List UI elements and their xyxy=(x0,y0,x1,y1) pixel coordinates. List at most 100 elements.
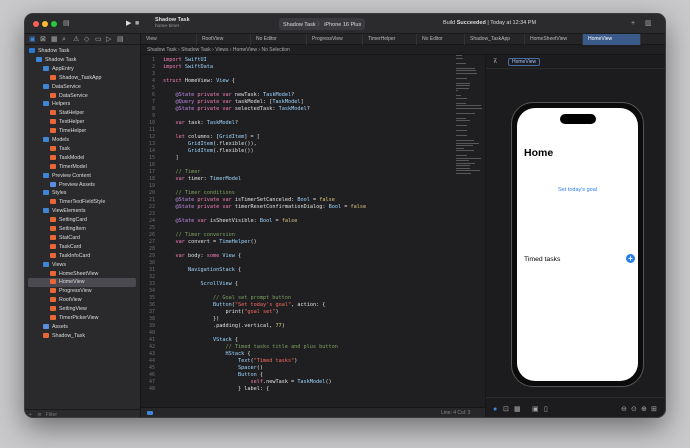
navigator-item[interactable]: Shadow Task xyxy=(29,47,69,56)
stop-icon[interactable]: ■ xyxy=(135,20,139,27)
run-icon[interactable]: ▶ xyxy=(126,20,131,27)
swift-file-icon xyxy=(50,288,56,294)
breadcrumb-item[interactable]: No Selection xyxy=(261,47,289,53)
test-icon[interactable]: ◇ xyxy=(84,36,89,43)
swift-file-icon xyxy=(43,332,49,338)
minimap-line xyxy=(456,160,469,161)
minimize-window-button[interactable] xyxy=(42,21,48,27)
issue-icon[interactable]: ⚠ xyxy=(73,36,79,43)
filter-input[interactable]: Filter xyxy=(46,412,57,417)
debug-area-toggle-icon[interactable] xyxy=(147,411,153,415)
breadcrumb-item[interactable]: Shadow Task xyxy=(181,47,211,53)
sidebar-toggle-icon[interactable]: ▤ xyxy=(63,20,70,27)
inspector-toggle-icon[interactable]: ▥ xyxy=(645,20,652,27)
source-control-icon[interactable]: ⊠ xyxy=(40,36,46,43)
navigator-item[interactable]: Task xyxy=(50,145,70,154)
navigator-item[interactable]: Styles xyxy=(43,189,66,198)
folder-icon[interactable]: ▣ xyxy=(29,36,36,43)
code-line: // Goal set prompt button xyxy=(163,295,292,301)
navigator-item-label: SettingItem xyxy=(59,226,86,232)
editor-tab[interactable]: Shadow_TaskApp xyxy=(465,34,525,45)
navigator-item[interactable]: HomeSheetView xyxy=(50,270,98,279)
editor-tab[interactable]: No Editor xyxy=(417,34,465,45)
device-settings-icon[interactable]: ▣ xyxy=(532,406,539,413)
navigator-item[interactable]: Shadow_TaskApp xyxy=(50,74,101,83)
editor-tab[interactable]: RootView xyxy=(197,34,251,45)
navigator-item[interactable]: ViewElements xyxy=(43,207,85,216)
navigator-item[interactable]: Preview Content xyxy=(43,172,91,181)
navigator-item[interactable]: Preview Assets xyxy=(50,181,95,190)
symbol-icon[interactable]: ▦ xyxy=(51,36,58,43)
device-icon[interactable]: ▯ xyxy=(544,406,548,413)
editor-tab[interactable]: TimerHelper xyxy=(363,34,417,45)
line-number: 35 xyxy=(148,295,155,301)
navigator-item[interactable]: Assets xyxy=(43,323,68,332)
zoom-out-icon[interactable]: ⊖ xyxy=(621,406,627,413)
find-icon[interactable]: ⌕ xyxy=(62,36,66,43)
navigator-item[interactable]: StatHelper xyxy=(50,109,84,118)
pin-icon[interactable]: ⊼ xyxy=(493,59,497,66)
navigator-item[interactable]: TextHelper xyxy=(50,118,84,127)
preview-selector[interactable]: HomeView xyxy=(508,58,541,66)
navigator-item[interactable]: SettingItem xyxy=(50,225,86,234)
navigator-item[interactable]: Shadow_Task xyxy=(43,332,85,341)
line-number: 34 xyxy=(148,288,155,294)
variants-icon[interactable]: ▦ xyxy=(514,406,521,413)
navigator-item[interactable]: DataService xyxy=(50,92,88,101)
breadcrumb-item[interactable]: Views xyxy=(215,47,228,53)
line-number: 41 xyxy=(148,337,155,343)
navigator-item[interactable]: SettingView xyxy=(50,305,87,314)
navigator-item[interactable]: TimerTextFieldStyle xyxy=(50,198,105,207)
navigator-item[interactable]: RootView xyxy=(50,296,82,305)
navigator-item[interactable]: Models xyxy=(43,136,69,145)
zoom-actual-icon[interactable]: ⊙ xyxy=(631,406,637,413)
add-file-icon[interactable]: + xyxy=(29,412,32,417)
navigator-item[interactable]: TaskCard xyxy=(50,243,81,252)
code-line: // Timer xyxy=(163,169,201,175)
navigator-item[interactable]: TimerModel xyxy=(50,163,87,172)
navigator-item[interactable]: Helpers xyxy=(43,100,70,109)
zoom-in-icon[interactable]: ⊕ xyxy=(641,406,647,413)
navigator-item[interactable]: TimeHelper xyxy=(50,127,86,136)
breadcrumb-item[interactable]: Shadow Task xyxy=(147,47,177,53)
close-window-button[interactable] xyxy=(33,21,39,27)
breadcrumb-item[interactable]: HomeView xyxy=(233,47,257,53)
title-bar: ▤ ▶ ■ Shadow Task home-timer Shadow Task… xyxy=(25,14,665,34)
zoom-window-button[interactable] xyxy=(51,21,57,27)
navigator-item[interactable]: AppEntry xyxy=(43,65,74,74)
minimap-line xyxy=(456,125,468,126)
code-line: .padding(.vertical, 77) xyxy=(163,323,285,329)
navigator-item-label: TimerModel xyxy=(59,163,87,170)
navigator-item[interactable]: StatCard xyxy=(50,234,80,243)
project-name: Shadow Task xyxy=(155,17,190,23)
editor-tab[interactable]: View xyxy=(141,34,197,45)
navigator-item[interactable]: Views xyxy=(43,261,66,270)
navigator-item[interactable]: ProgressView xyxy=(50,287,92,296)
navigator-item[interactable]: HomeView xyxy=(28,278,136,288)
navigator-item[interactable]: SettingCard xyxy=(50,216,87,225)
navigator-item[interactable]: TaskInfoCard xyxy=(50,252,90,261)
line-number: 21 xyxy=(148,197,155,203)
navigator-item[interactable]: TimerPickerView xyxy=(50,314,98,323)
code-editor[interactable]: 1 2 3 4 5 6 7 8 9 10 11 12 13 14 15 16 17 18 19 20 21 22 23 24 2… xyxy=(141,55,484,409)
navigator-item[interactable]: DataService xyxy=(43,83,81,92)
selectable-mode-icon[interactable]: ⊡ xyxy=(503,406,509,413)
breakpoint-icon[interactable]: ▷ xyxy=(106,36,111,43)
minimap[interactable] xyxy=(456,55,482,195)
add-task-button[interactable]: + xyxy=(626,254,635,263)
swift-file-icon xyxy=(50,199,56,205)
editor-tab[interactable]: HomeView xyxy=(583,34,641,45)
debug-icon[interactable]: ▭ xyxy=(95,36,102,43)
add-icon[interactable]: + xyxy=(631,20,635,27)
editor-tab[interactable]: HomeSheetView xyxy=(525,34,583,45)
report-icon[interactable]: ▤ xyxy=(117,36,124,43)
navigator-item[interactable]: Shadow Task xyxy=(36,56,76,65)
editor-tab[interactable]: ProgressView xyxy=(307,34,363,45)
editor-tab[interactable]: No Editor xyxy=(251,34,307,45)
line-number: 24 xyxy=(148,218,155,224)
navigator-item[interactable]: TaskModel xyxy=(50,154,84,163)
live-mode-icon[interactable]: ● xyxy=(493,406,497,413)
set-goal-button[interactable]: Set today's goal xyxy=(517,187,638,193)
scheme-selector[interactable]: Shadow Task 〉 iPhone 16 Plus xyxy=(279,18,366,30)
zoom-fit-icon[interactable]: ⊞ xyxy=(651,406,657,413)
